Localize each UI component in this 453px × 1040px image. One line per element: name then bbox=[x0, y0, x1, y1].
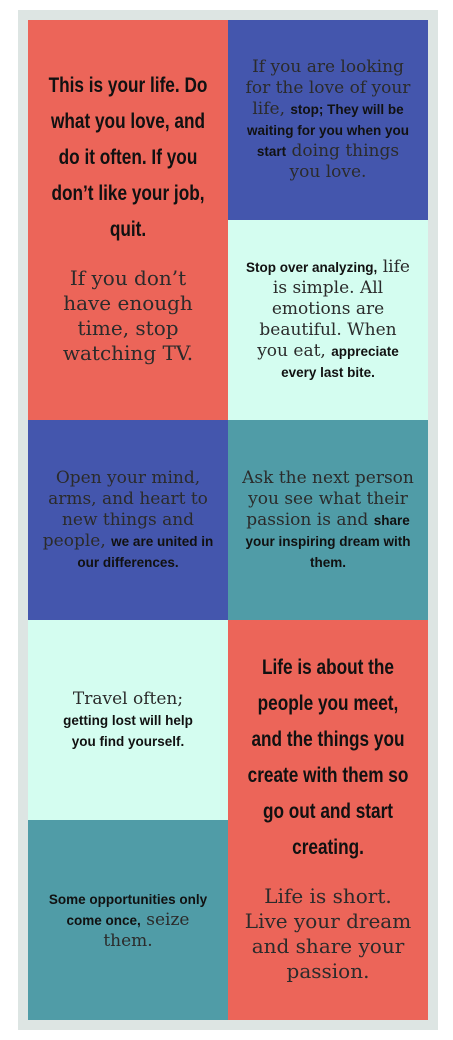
quote-tile-stop-analyzing: Stop over analyzing, life is simple. All… bbox=[228, 220, 428, 420]
quote-bold-part: getting lost will help you find yourself… bbox=[63, 712, 193, 749]
quote-heading: Life is about the people you meet, and t… bbox=[247, 656, 409, 859]
quote-tile-open-your-mind: Open your mind, arms, and heart to new t… bbox=[28, 420, 228, 620]
quote-text-part: doing things you love. bbox=[289, 141, 400, 182]
quote-tile-travel-often: Travel often; getting lost will help you… bbox=[28, 620, 228, 820]
quote-text: Life is short. Live your dream and share… bbox=[244, 884, 412, 983]
quote-tile-opportunities: Some opportunities only come once, seize… bbox=[28, 820, 228, 1020]
quote-heading: This is your life. Do what you love, and… bbox=[48, 74, 208, 241]
quote-bold-part: Stop over analyzing, bbox=[246, 260, 378, 275]
quote-text-part: Travel often; bbox=[72, 688, 184, 709]
quote-tile-ask-next-person: Ask the next person you see what their p… bbox=[228, 420, 428, 620]
quote-text: If you don’t have enough time, stop watc… bbox=[62, 266, 194, 365]
quote-tile-live-your-life: This is your life. Do what you love, and… bbox=[28, 20, 228, 420]
quote-tile-life-is-about-people: Life is about the people you meet, and t… bbox=[228, 620, 428, 1020]
quote-tile-love-of-life: If you are looking for the love of your … bbox=[228, 20, 428, 220]
